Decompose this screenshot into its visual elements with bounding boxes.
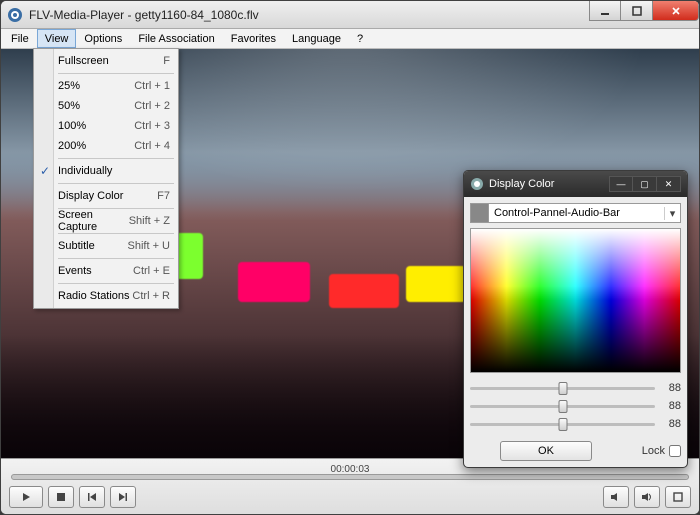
dialog-minimize-button[interactable]: —: [609, 176, 633, 192]
volume-button[interactable]: [634, 486, 660, 508]
menu-item-shortcut: Shift + U: [128, 240, 171, 252]
next-button[interactable]: [110, 486, 136, 508]
minimize-button[interactable]: [589, 1, 621, 21]
menu-view[interactable]: View: [37, 29, 77, 48]
title-bar[interactable]: FLV-Media-Player - getty1160-84_1080c.fl…: [1, 1, 699, 29]
dialog-close-button[interactable]: ✕: [657, 176, 681, 192]
menu-item-100-[interactable]: 100%Ctrl + 3: [36, 116, 176, 136]
menu-item-shortcut: Shift + Z: [129, 215, 170, 227]
menu-item-label: Fullscreen: [58, 55, 163, 67]
menu-item-label: Individually: [58, 165, 170, 177]
menu-item-label: 25%: [58, 80, 134, 92]
color-slider-2: 88: [470, 415, 681, 433]
slider-thumb[interactable]: [558, 382, 567, 395]
window-controls: [589, 1, 699, 28]
display-color-dialog[interactable]: Display Color — ▢ ✕ Control-Pannel-Audio…: [463, 170, 688, 468]
menu-file[interactable]: File: [3, 29, 37, 48]
lock-checkbox-wrap[interactable]: Lock: [642, 445, 681, 457]
menu-separator: [58, 258, 174, 259]
color-swatch: [471, 204, 489, 222]
color-slider-0: 88: [470, 379, 681, 397]
menu-item-200-[interactable]: 200%Ctrl + 4: [36, 136, 176, 156]
lock-checkbox[interactable]: [669, 445, 681, 457]
menu-item-shortcut: Ctrl + 3: [134, 120, 170, 132]
menu-separator: [58, 283, 174, 284]
menu-item-events[interactable]: EventsCtrl + E: [36, 261, 176, 281]
menu-item-shortcut: F7: [157, 190, 170, 202]
dialog-maximize-button[interactable]: ▢: [633, 176, 657, 192]
dialog-title-bar[interactable]: Display Color — ▢ ✕: [464, 171, 687, 197]
chevron-down-icon: ▾: [664, 207, 680, 220]
color-target-select[interactable]: Control-Pannel-Audio-Bar ▾: [470, 203, 681, 223]
menu-fileassociation[interactable]: File Association: [130, 29, 222, 48]
slider-track[interactable]: [470, 423, 655, 426]
slider-thumb[interactable]: [558, 418, 567, 431]
lock-label: Lock: [642, 445, 665, 457]
stop-button[interactable]: [48, 486, 74, 508]
menu-item-label: 100%: [58, 120, 134, 132]
mute-button[interactable]: [603, 486, 629, 508]
seek-bar[interactable]: [11, 474, 689, 480]
playback-time: 00:00:03: [331, 464, 370, 475]
menu-item-label: Screen Capture: [58, 209, 129, 233]
menu-separator: [58, 233, 174, 234]
menu-item-display-color[interactable]: Display ColorF7: [36, 186, 176, 206]
menu-favorites[interactable]: Favorites: [223, 29, 284, 48]
menu-separator: [58, 183, 174, 184]
maximize-button[interactable]: [621, 1, 653, 21]
menu-[interactable]: ?: [349, 29, 371, 48]
menu-item-shortcut: F: [163, 55, 170, 67]
menu-item-25-[interactable]: 25%Ctrl + 1: [36, 76, 176, 96]
slider-track[interactable]: [470, 387, 655, 390]
dialog-title: Display Color: [489, 178, 609, 190]
menu-item-label: Events: [58, 265, 133, 277]
menu-item-label: Radio Stations: [58, 290, 132, 302]
menu-item-radio-stations[interactable]: Radio StationsCtrl + R: [36, 286, 176, 306]
menu-item-label: Subtitle: [58, 240, 128, 252]
prev-button[interactable]: [79, 486, 105, 508]
close-button[interactable]: [653, 1, 699, 21]
check-icon: ✓: [40, 164, 50, 178]
menu-item-shortcut: Ctrl + E: [133, 265, 170, 277]
menu-item-label: 50%: [58, 100, 134, 112]
menu-item-label: 200%: [58, 140, 134, 152]
slider-track[interactable]: [470, 405, 655, 408]
menu-item-label: Display Color: [58, 190, 157, 202]
color-slider-1: 88: [470, 397, 681, 415]
menu-item-50-[interactable]: 50%Ctrl + 2: [36, 96, 176, 116]
menu-item-shortcut: Ctrl + 1: [134, 80, 170, 92]
play-button[interactable]: [9, 486, 43, 508]
menu-separator: [58, 73, 174, 74]
color-picker[interactable]: [470, 228, 681, 373]
menu-item-individually[interactable]: ✓ Individually: [36, 161, 176, 181]
ok-button[interactable]: OK: [500, 441, 592, 461]
menu-item-fullscreen[interactable]: FullscreenF: [36, 51, 176, 71]
menu-separator: [58, 158, 174, 159]
menu-options[interactable]: Options: [76, 29, 130, 48]
dialog-icon: [470, 177, 484, 191]
slider-thumb[interactable]: [558, 400, 567, 413]
menu-item-shortcut: Ctrl + 2: [134, 100, 170, 112]
select-value: Control-Pannel-Audio-Bar: [489, 207, 664, 219]
slider-value: 88: [663, 400, 681, 412]
menu-item-shortcut: Ctrl + R: [132, 290, 170, 302]
menu-language[interactable]: Language: [284, 29, 349, 48]
menu-item-subtitle[interactable]: SubtitleShift + U: [36, 236, 176, 256]
menu-item-shortcut: Ctrl + 4: [134, 140, 170, 152]
app-icon: [7, 7, 23, 23]
menu-bar: FileViewOptionsFile AssociationFavorites…: [1, 29, 699, 49]
menu-item-screen-capture[interactable]: Screen CaptureShift + Z: [36, 211, 176, 231]
view-menu-dropdown: FullscreenF25%Ctrl + 150%Ctrl + 2100%Ctr…: [33, 48, 179, 309]
fullscreen-button[interactable]: [665, 486, 691, 508]
slider-value: 88: [663, 382, 681, 394]
window-title: FLV-Media-Player - getty1160-84_1080c.fl…: [29, 8, 589, 22]
slider-value: 88: [663, 418, 681, 430]
